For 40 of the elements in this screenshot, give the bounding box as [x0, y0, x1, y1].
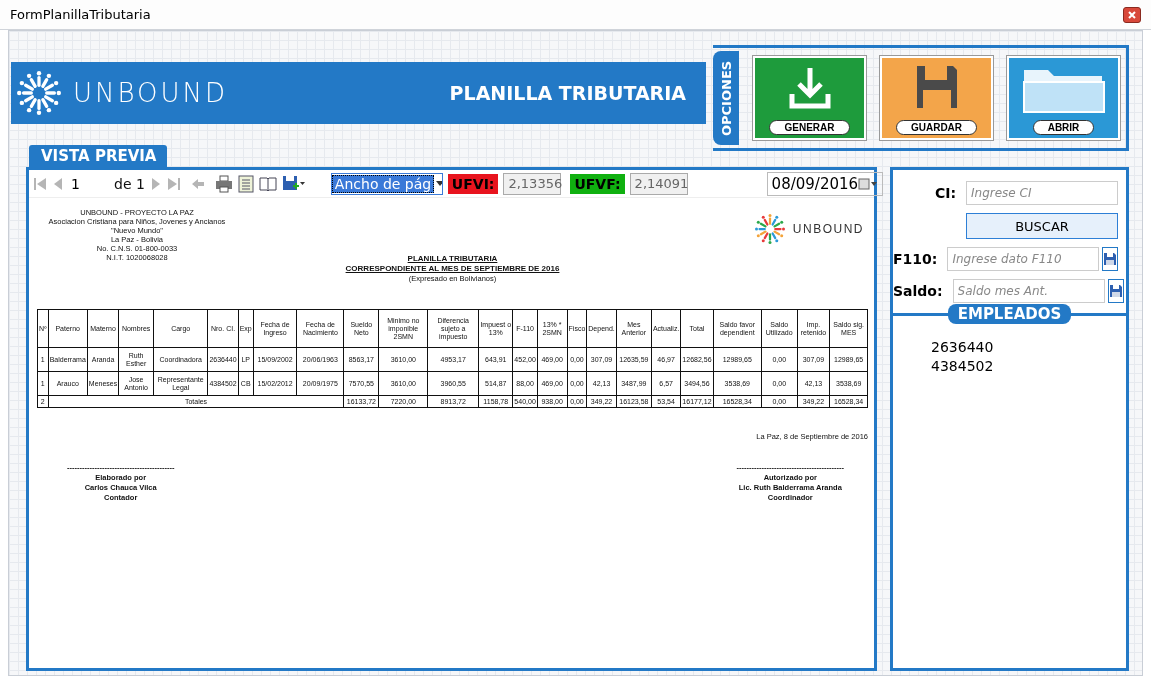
page-count: de 1	[114, 175, 145, 192]
print-icon[interactable]	[214, 174, 233, 193]
page-setup-icon[interactable]	[237, 174, 254, 193]
report-title: CORRESPONDIENTE AL MES DE SEPTIEMBRE DE 2016	[345, 264, 560, 274]
input-field[interactable]: Saldo mes Ant.	[952, 279, 1105, 303]
date-picker[interactable]: 08/09/2016	[766, 171, 884, 196]
ufvi-field: 2,13356	[503, 172, 562, 195]
book-icon[interactable]	[258, 175, 277, 192]
report-title: PLANILLA TRIBUTARIA	[407, 254, 498, 264]
window-title: FormPlanillaTributaria	[10, 7, 151, 22]
input-field[interactable]: Ingrese CI	[966, 181, 1118, 205]
field-label: Saldo:	[893, 283, 943, 299]
save-button[interactable]	[1107, 279, 1124, 303]
action-button[interactable]: GENERAR	[753, 56, 866, 140]
field-label: F110:	[893, 251, 938, 267]
employee-item[interactable]: 2636440	[931, 338, 1126, 357]
floppy-icon	[1108, 284, 1123, 298]
page-title: PLANILLA TRIBUTARIA	[449, 82, 686, 104]
field-label: CI:	[933, 185, 956, 201]
input-field[interactable]: Ingrese dato F110	[947, 247, 1100, 271]
zoom-dropdown[interactable]: Ancho de pág	[330, 172, 443, 195]
save-button[interactable]	[1102, 247, 1119, 271]
floppy-icon	[1103, 252, 1118, 266]
brand-name: UNBOUND	[73, 78, 228, 108]
employee-item[interactable]: 4384502	[931, 357, 1126, 376]
report-brand: UNBOUND	[792, 222, 864, 236]
ufvi-label: UFVI:	[447, 173, 499, 194]
action-button[interactable]: GUARDAR	[880, 56, 993, 140]
search-button[interactable]: BUSCAR	[966, 213, 1118, 239]
export-icon[interactable]	[281, 174, 306, 193]
close-icon	[1128, 10, 1136, 19]
calendar-icon	[858, 177, 879, 190]
action-button[interactable]: ABRIR	[1007, 56, 1120, 140]
logo-icon	[17, 71, 61, 115]
options-label: OPCIONES	[713, 51, 739, 145]
ufvf-label: UFVF:	[570, 173, 625, 194]
report-logo-icon	[754, 214, 785, 244]
floppy-icon	[914, 64, 959, 110]
close-button[interactable]	[1123, 6, 1141, 23]
ufvf-field: 2,14091	[629, 172, 688, 195]
